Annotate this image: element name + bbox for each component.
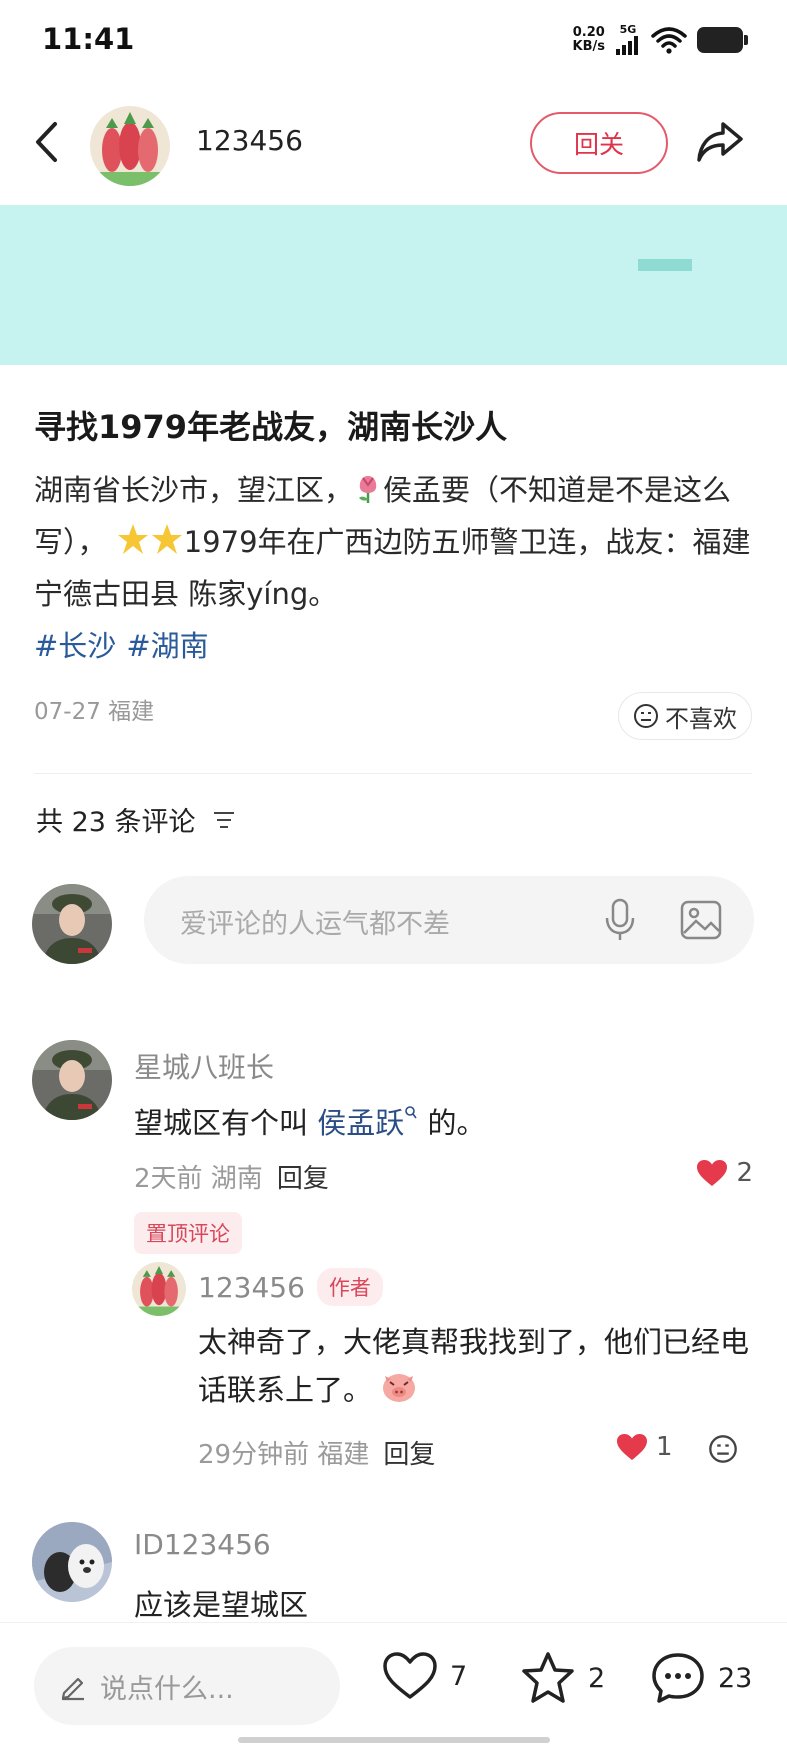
bottom-action-bar: 说点什么... 7 2 23 <box>0 1622 787 1749</box>
chat-bubble-icon <box>652 1653 704 1703</box>
author-badge: 作者 <box>316 1268 383 1306</box>
post-meta: 07-27 福建 <box>34 699 155 725</box>
comment-input-row: 爱评论的人运气都不差 <box>0 872 787 964</box>
divider <box>34 773 752 774</box>
microphone-icon[interactable] <box>604 898 636 942</box>
hashtag-link[interactable]: #湖南 <box>126 629 208 663</box>
say-something-input[interactable]: 说点什么... <box>34 1647 340 1725</box>
reply-button[interactable]: 回复 <box>277 1164 329 1194</box>
pinned-badge: 置顶评论 <box>134 1212 242 1254</box>
author-username[interactable]: 123456 <box>196 124 303 157</box>
glowing-star-icon <box>117 524 148 554</box>
comment-text: 应该是望城区 <box>134 1588 309 1622</box>
glowing-star-icon <box>151 524 182 554</box>
follow-back-button[interactable]: 回关 <box>530 112 668 174</box>
heart-filled-icon <box>617 1434 647 1460</box>
home-indicator[interactable] <box>238 1737 550 1743</box>
status-bar: 11:41 0.20 KB/s 5G <box>0 0 787 80</box>
post-title: 寻找1979年老战友，湖南长沙人 <box>34 408 508 446</box>
reply-author-avatar[interactable] <box>132 1262 186 1316</box>
star-outline-icon <box>522 1652 574 1703</box>
comment-like-button[interactable]: 2 <box>696 1158 753 1188</box>
share-icon <box>697 122 743 162</box>
heart-filled-icon <box>697 1160 728 1186</box>
image-indicator <box>638 259 692 271</box>
status-icons: 0.20 KB/s 5G <box>572 24 748 55</box>
my-avatar <box>32 884 112 964</box>
meh-face-icon <box>634 704 658 728</box>
post-image[interactable] <box>0 205 787 365</box>
back-arrow-icon <box>36 122 57 162</box>
reply-meta: 29分钟前 福建 回复 <box>198 1440 436 1470</box>
comment-input[interactable]: 爱评论的人运气都不差 <box>144 876 754 964</box>
heart-outline-icon <box>383 1652 437 1699</box>
comment-item: 星城八班长 望城区有个叫 侯孟跃 的。 2天前 湖南 回复 2 置顶评论 <box>0 1040 787 1254</box>
mention-link[interactable]: 侯孟跃 <box>317 1106 404 1140</box>
favorite-button[interactable]: 2 <box>520 1651 605 1705</box>
reply-button[interactable]: 回复 <box>383 1440 435 1470</box>
comment-item: ID123456 应该是望城区 <box>0 1522 787 1622</box>
search-icon[interactable] <box>404 1105 418 1121</box>
reply-like-button[interactable]: 1 <box>616 1432 673 1462</box>
pencil-icon <box>61 1677 84 1701</box>
comment-count-header: 共 23 条评论 <box>36 800 236 839</box>
back-button[interactable] <box>26 118 66 166</box>
commenter-name[interactable]: 星城八班长 <box>134 1046 274 1086</box>
author-avatar[interactable] <box>90 106 170 186</box>
reply-author: 123456 作者 <box>198 1268 383 1306</box>
top-nav: 123456 回关 <box>0 92 787 192</box>
dislike-button[interactable]: 不喜欢 <box>618 692 752 740</box>
reply-text: 太神奇了，大佬真帮我找到了，他们已经电话联系上了。 <box>198 1325 750 1407</box>
comment-text: 望城区有个叫 侯孟跃 的。 <box>134 1105 486 1140</box>
commenter-name[interactable]: ID123456 <box>134 1528 271 1561</box>
tulip-icon <box>359 476 377 503</box>
commenter-avatar[interactable] <box>32 1522 112 1602</box>
share-button[interactable] <box>692 114 748 170</box>
battery-icon <box>697 26 748 53</box>
post-body: 湖南省长沙市，望江区， 侯孟要（不知道是不是这么写）， 1979年在广西边防五师… <box>34 473 751 663</box>
comment-meta: 2天前 湖南 回复 <box>134 1164 329 1194</box>
meh-face-icon[interactable] <box>708 1434 738 1464</box>
reply-item: 123456 作者 太神奇了，大佬真帮我找到了，他们已经电话联系上了。 29分钟… <box>0 1262 787 1492</box>
status-time: 11:41 <box>42 22 135 56</box>
like-button[interactable]: 7 <box>382 1651 467 1701</box>
sort-icon[interactable] <box>212 810 236 830</box>
image-icon[interactable] <box>680 900 722 940</box>
pig-face-icon <box>383 1374 416 1402</box>
commenter-avatar[interactable] <box>32 1040 112 1120</box>
signal-icon: 5G <box>615 24 641 55</box>
net-speed: 0.20 KB/s <box>572 24 605 54</box>
hashtag-link[interactable]: #长沙 <box>34 629 116 663</box>
comments-button[interactable]: 23 <box>650 1651 752 1705</box>
wifi-icon <box>651 26 687 54</box>
